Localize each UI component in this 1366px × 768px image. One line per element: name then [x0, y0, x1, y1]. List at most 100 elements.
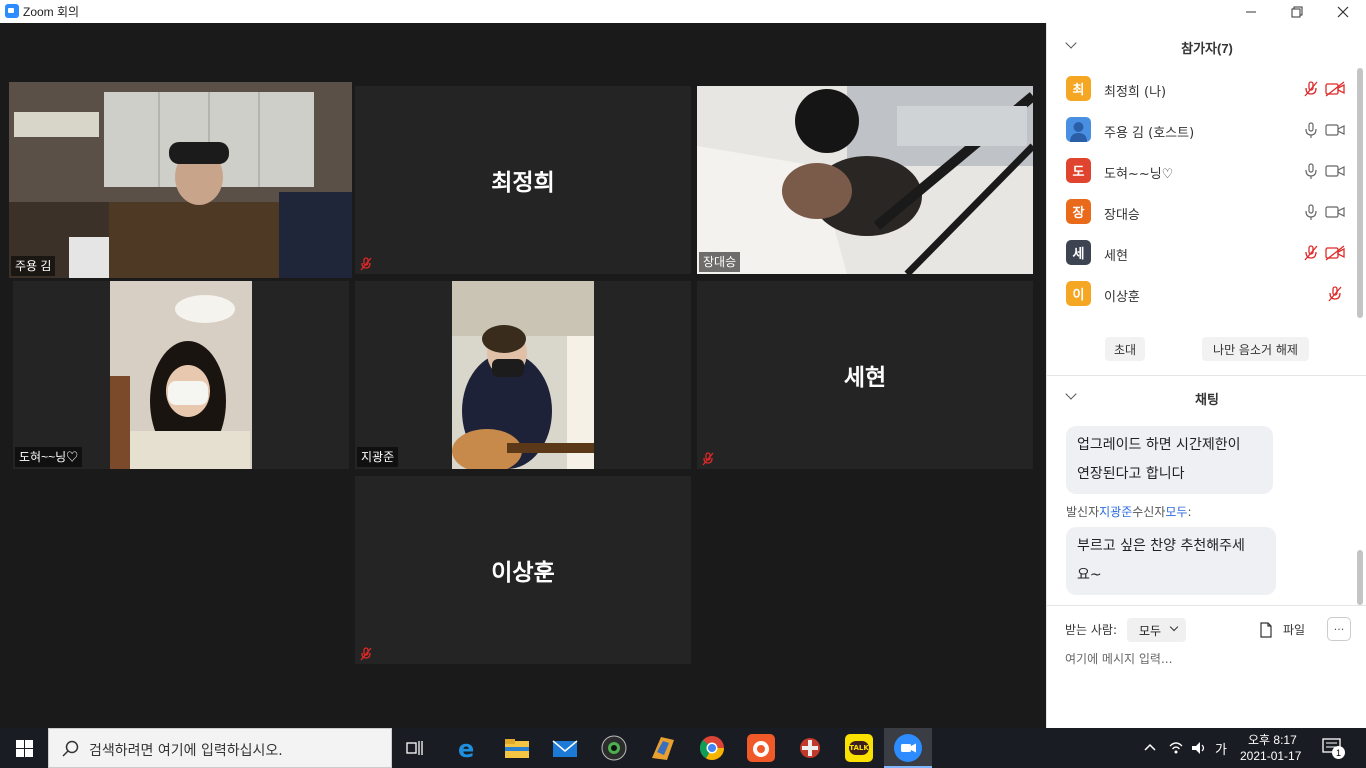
tile-name-tag: 장대승	[699, 252, 741, 272]
participant-name: 이상훈	[1104, 290, 1140, 305]
file-explorer-icon[interactable]	[503, 734, 531, 762]
receiver-prefix: 수신자	[1132, 505, 1166, 519]
windows-taskbar: 검색하려면 여기에 입력하십시오. e TALK 가 오후 8:17 2021-…	[0, 728, 1366, 768]
title-bar: Zoom 회의	[0, 0, 1366, 23]
mic-muted-icon	[702, 452, 714, 466]
ime-indicator[interactable]: 가	[1215, 739, 1227, 758]
volume-icon[interactable]	[1190, 740, 1208, 756]
task-view-icon[interactable]	[405, 738, 425, 758]
clock-date[interactable]: 2021-01-17	[1240, 749, 1301, 763]
mic-icon[interactable]	[1302, 121, 1320, 139]
zoom-glyph	[901, 743, 916, 753]
game-glyph	[800, 738, 820, 758]
file-label: 파일	[1283, 623, 1306, 637]
video-icon[interactable]	[1324, 203, 1346, 221]
sender-name[interactable]: 지광준	[1099, 505, 1132, 519]
chat-message-input[interactable]: 여기에 메시지 입력...	[1065, 650, 1350, 670]
mic-muted-icon[interactable]	[1302, 80, 1320, 98]
camera-feed	[110, 281, 252, 469]
chat-sender-line: 발신자지광준수신자모두:	[1066, 503, 1192, 520]
game-icon[interactable]	[796, 734, 824, 762]
chat-message-line: 연장된다고 합니다	[1077, 466, 1185, 482]
participants-title: 참가자(7)	[1181, 41, 1233, 56]
chrome-icon[interactable]	[698, 734, 726, 762]
mic-icon[interactable]	[1302, 203, 1320, 221]
chat-message: 업그레이드 하면 시간제한이 연장된다고 합니다	[1066, 426, 1273, 494]
receiver-name[interactable]: 모두	[1165, 505, 1187, 519]
participant-name: 장대승	[1104, 208, 1140, 223]
video-tile-dohyeoning[interactable]: 도혀~~닝♡	[13, 281, 349, 469]
video-tile-ji-gwangjun[interactable]: 지광준	[355, 281, 691, 469]
recipient-dropdown[interactable]: 모두	[1127, 618, 1186, 642]
search-icon	[62, 740, 79, 757]
clock-time[interactable]: 오후 8:17	[1248, 731, 1297, 748]
zoom-icon	[894, 734, 922, 762]
kakaotalk-icon[interactable]: TALK	[845, 734, 873, 762]
participant-name: 세현	[1104, 249, 1128, 264]
side-panel: 참가자(7) 최 최정희 (나) 주용 김 (호스트) 도 도혀~~닝♡ 장 장…	[1046, 23, 1366, 728]
mic-muted-icon	[360, 257, 372, 271]
mic-muted-icon[interactable]	[1324, 285, 1346, 303]
video-off-icon[interactable]	[1324, 80, 1346, 98]
recipient-value: 모두	[1139, 624, 1162, 638]
receiver-suffix: :	[1187, 505, 1192, 519]
camera-app-icon[interactable]	[600, 734, 628, 762]
user-icon	[1070, 122, 1087, 142]
restore-button[interactable]	[1274, 0, 1320, 23]
mic-muted-icon[interactable]	[1302, 244, 1320, 262]
recorder-icon[interactable]	[747, 734, 775, 762]
window-title: Zoom 회의	[23, 5, 80, 19]
notification-center-button[interactable]: 1	[1322, 738, 1346, 760]
video-icon[interactable]	[1324, 121, 1346, 139]
recorder-glyph	[753, 741, 769, 757]
more-options-button[interactable]: ···	[1327, 617, 1351, 641]
video-tile-sehyeon[interactable]: 세현	[697, 281, 1033, 469]
video-tile-lee-sanghun[interactable]: 이상훈	[355, 476, 691, 664]
minimize-button[interactable]	[1228, 0, 1274, 23]
participant-row[interactable]: 주용 김 (호스트)	[1066, 116, 1346, 144]
participant-row[interactable]: 세 세현	[1066, 239, 1346, 267]
video-off-icon[interactable]	[1324, 244, 1346, 262]
winamp-icon[interactable]	[649, 734, 677, 762]
tile-name-tag: 주용 김	[11, 256, 56, 276]
windows-start-icon[interactable]	[16, 740, 33, 757]
invite-button[interactable]: 초대	[1105, 337, 1145, 361]
participants-header[interactable]: 참가자(7)	[1047, 25, 1366, 65]
video-icon[interactable]	[1324, 162, 1346, 180]
kakaotalk-label: TALK	[849, 741, 869, 755]
chat-message-line: 부르고 싶은 찬양 추천해주세	[1077, 538, 1245, 554]
video-tile-juyong-kim[interactable]: 주용 김	[9, 82, 352, 278]
participants-scrollbar[interactable]	[1357, 68, 1363, 318]
search-placeholder: 검색하려면 여기에 입력하십시오.	[89, 743, 283, 759]
camera-feed	[9, 82, 352, 278]
tile-big-name: 이상훈	[491, 559, 555, 585]
mic-icon[interactable]	[1302, 162, 1320, 180]
participant-row[interactable]: 도 도혀~~닝♡	[1066, 157, 1346, 185]
video-tile-jang-daeseung[interactable]: 장대승	[697, 86, 1033, 274]
video-tile-choi-jeonghui[interactable]: 최정희	[355, 86, 691, 274]
sender-prefix: 발신자	[1066, 505, 1100, 519]
zoom-taskbar-button[interactable]	[884, 728, 932, 768]
taskbar-search-box[interactable]: 검색하려면 여기에 입력하십시오.	[48, 728, 392, 768]
camera-feed	[452, 281, 594, 469]
avatar: 최	[1066, 76, 1091, 101]
participant-row[interactable]: 이 이상훈	[1066, 280, 1346, 308]
camera-feed	[697, 86, 1033, 274]
participant-row[interactable]: 최 최정희 (나)	[1066, 75, 1346, 103]
close-button[interactable]	[1320, 0, 1366, 23]
participant-row[interactable]: 장 장대승	[1066, 198, 1346, 226]
file-button[interactable]: 파일	[1259, 620, 1319, 640]
video-gallery: 주용 김 최정희 장대승 도혀~~닝♡ 지광준 세현 이상훈	[0, 23, 1046, 728]
chat-header[interactable]: 채팅	[1047, 376, 1366, 416]
chevron-up-icon[interactable]	[1143, 742, 1157, 752]
mail-icon[interactable]	[551, 734, 579, 762]
edge-icon[interactable]: e	[454, 734, 482, 763]
minimize-icon	[1246, 11, 1256, 12]
tile-name-tag: 지광준	[357, 447, 399, 467]
folder-glyph	[505, 739, 529, 758]
winamp-glyph	[652, 737, 674, 760]
unmute-me-button[interactable]: 나만 음소거 해제	[1202, 337, 1309, 361]
chat-scrollbar[interactable]	[1357, 550, 1363, 605]
wifi-icon[interactable]	[1168, 740, 1184, 756]
edge-glyph: e	[458, 735, 474, 763]
